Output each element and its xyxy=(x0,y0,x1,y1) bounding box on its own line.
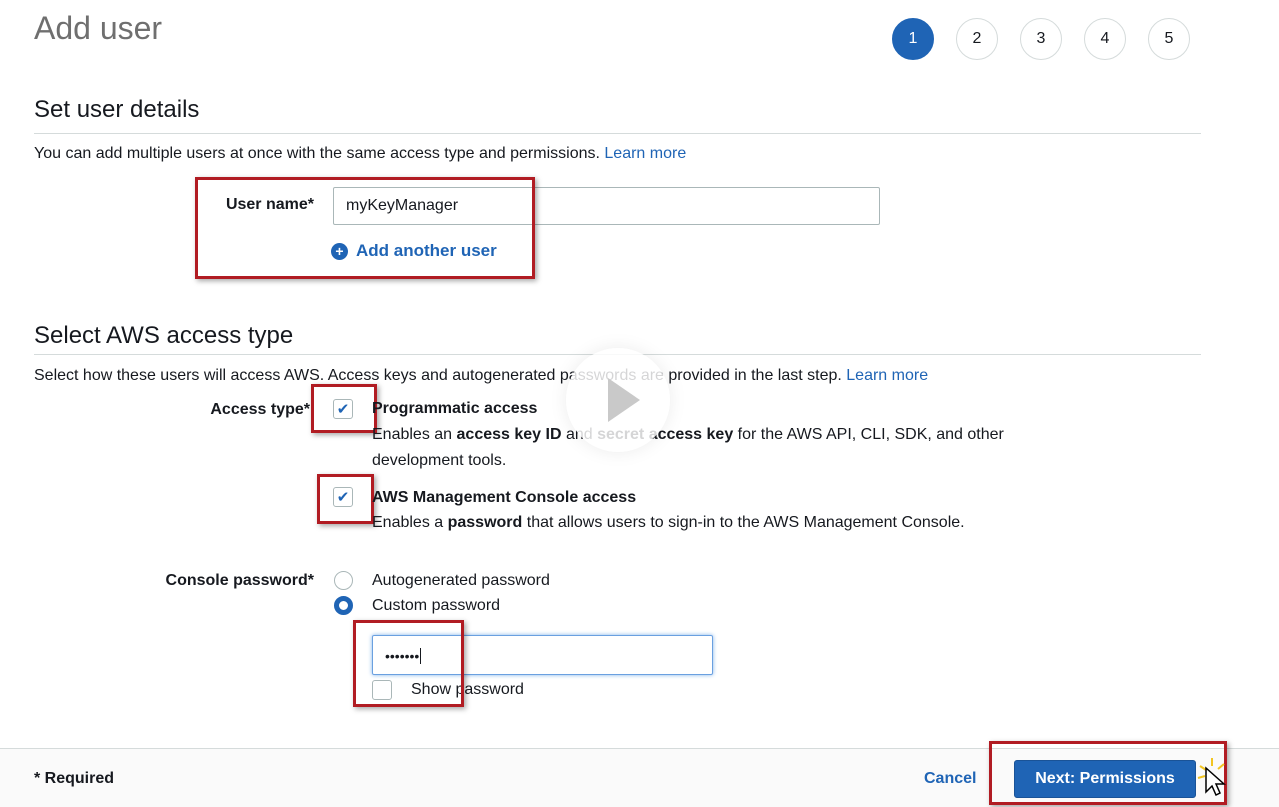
user-name-input[interactable] xyxy=(333,187,880,225)
step-3[interactable]: 3 xyxy=(1020,18,1062,60)
access-type-label: Access type* xyxy=(210,401,310,418)
custom-password-label[interactable]: Custom password xyxy=(372,597,500,615)
text-caret xyxy=(420,648,426,664)
page-title: Add user xyxy=(34,10,163,46)
wizard-steps: 1 2 3 4 5 xyxy=(892,18,1190,60)
required-note: * Required xyxy=(34,770,115,787)
add-another-user-link[interactable]: + Add another user xyxy=(331,241,497,261)
console-desc-bold: password xyxy=(447,514,523,531)
checkmark-icon: ✔ xyxy=(336,489,350,506)
wizard-footer: * Required Cancel Next: Permissions xyxy=(0,748,1279,807)
play-icon xyxy=(608,378,640,422)
step-5[interactable]: 5 xyxy=(1148,18,1190,60)
console-access-description: Enables a password that allows users to … xyxy=(372,510,1022,536)
video-play-button[interactable] xyxy=(566,348,670,452)
custom-password-input[interactable]: ••••••• xyxy=(372,635,713,675)
custom-password-radio[interactable] xyxy=(334,596,353,615)
cancel-button[interactable]: Cancel xyxy=(924,770,976,788)
console-desc-1: Enables a xyxy=(372,514,448,531)
add-another-user-label: Add another user xyxy=(356,241,497,260)
programmatic-desc-bold-1: access key ID xyxy=(456,426,562,443)
section-title-access-type: Select AWS access type xyxy=(34,322,294,349)
pointer-cursor-icon xyxy=(1197,758,1226,797)
programmatic-desc-1: Enables an xyxy=(372,426,457,443)
divider xyxy=(34,133,1201,134)
plus-circle-icon: + xyxy=(331,242,348,260)
programmatic-access-checkbox[interactable]: ✔ xyxy=(333,399,353,419)
console-password-label: Console password* xyxy=(165,572,314,589)
access-description-text: Select how these users will access AWS. … xyxy=(34,367,842,384)
details-description-text: You can add multiple users at once with … xyxy=(34,145,600,162)
section-title-user-details: Set user details xyxy=(34,96,200,123)
access-description: Select how these users will access AWS. … xyxy=(34,367,928,385)
step-2[interactable]: 2 xyxy=(956,18,998,60)
autogenerated-password-label[interactable]: Autogenerated password xyxy=(372,572,550,590)
step-1[interactable]: 1 xyxy=(892,18,934,60)
show-password-checkbox[interactable] xyxy=(372,680,392,700)
password-value: ••••••• xyxy=(385,648,420,664)
console-access-title: AWS Management Console access xyxy=(372,489,637,506)
step-4[interactable]: 4 xyxy=(1084,18,1126,60)
console-access-checkbox[interactable]: ✔ xyxy=(333,487,353,507)
programmatic-access-title: Programmatic access xyxy=(372,400,538,417)
next-permissions-button[interactable]: Next: Permissions xyxy=(1014,760,1196,798)
autogenerated-password-radio[interactable] xyxy=(334,571,353,590)
console-desc-2: that allows users to sign-in to the AWS … xyxy=(522,514,965,531)
checkmark-icon: ✔ xyxy=(336,401,350,418)
learn-more-link[interactable]: Learn more xyxy=(604,145,686,162)
learn-more-link[interactable]: Learn more xyxy=(846,367,928,384)
show-password-label[interactable]: Show password xyxy=(411,681,524,699)
user-name-label: User name* xyxy=(225,196,314,213)
details-description: You can add multiple users at once with … xyxy=(34,145,686,163)
programmatic-access-description: Enables an access key ID and secret acce… xyxy=(372,422,1022,474)
